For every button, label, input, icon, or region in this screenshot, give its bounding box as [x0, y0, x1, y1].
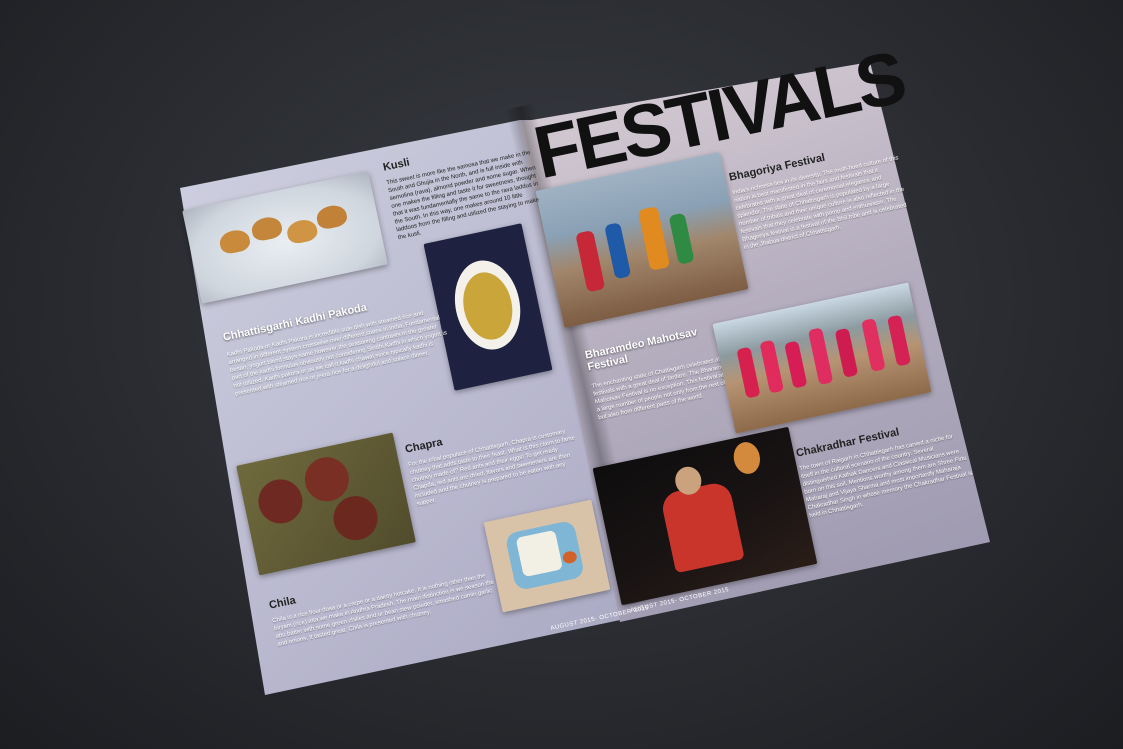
magazine-spread: FESTIVALS Bhagoriya Festival India's ric… [0, 0, 1123, 749]
